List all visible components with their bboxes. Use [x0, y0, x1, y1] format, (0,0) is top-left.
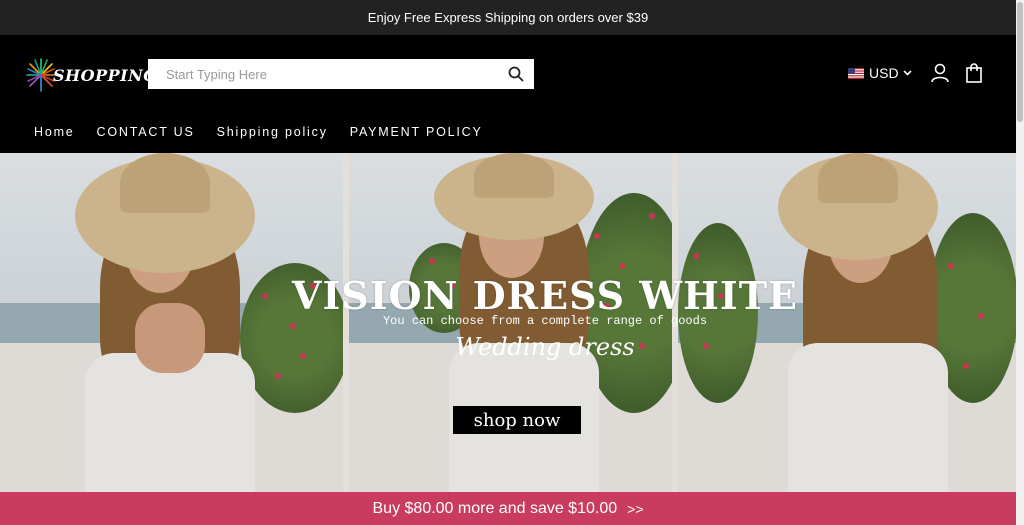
shop-now-button[interactable]: shop now: [453, 406, 581, 434]
chevron-down-icon: [902, 70, 912, 76]
promo-bar[interactable]: Buy $80.00 more and save $10.00 >>: [0, 492, 1016, 525]
hero-title: VISION DRESS WHITE: [292, 273, 798, 318]
cart-button[interactable]: [965, 63, 983, 88]
account-icon: [931, 63, 949, 83]
currency-selector[interactable]: USD: [848, 65, 912, 81]
logo-text: SHOPPING: [53, 65, 158, 85]
search-input[interactable]: [148, 59, 498, 89]
hero-script-text: Wedding dress: [455, 333, 635, 361]
nav-item-shipping-policy[interactable]: Shipping policy: [217, 125, 328, 139]
currency-code: USD: [869, 65, 899, 81]
site-header: SHOPPING USD: [0, 35, 1016, 153]
main-nav: Home CONTACT US Shipping policy PAYMENT …: [34, 125, 505, 139]
logo-starburst-icon: [26, 58, 56, 92]
nav-item-payment-policy[interactable]: PAYMENT POLICY: [350, 125, 483, 139]
search-box: [148, 59, 534, 89]
announcement-text: Enjoy Free Express Shipping on orders ov…: [367, 10, 649, 25]
hero-subtitle: You can choose from a complete range of …: [382, 314, 708, 328]
hero-banner[interactable]: VISION DRESS WHITE You can choose from a…: [0, 153, 1016, 492]
promo-text: Buy $80.00 more and save $10.00: [372, 499, 618, 517]
page-scrollbar[interactable]: [1016, 0, 1024, 525]
nav-item-contact-us[interactable]: CONTACT US: [97, 125, 195, 139]
nav-item-home[interactable]: Home: [34, 125, 75, 139]
cart-icon: [966, 63, 982, 83]
scrollbar-thumb[interactable]: [1017, 2, 1023, 122]
us-flag-icon: [848, 67, 864, 79]
search-button[interactable]: [498, 59, 534, 89]
search-icon: [508, 66, 524, 82]
logo[interactable]: SHOPPING: [26, 55, 157, 95]
account-button[interactable]: [930, 63, 950, 88]
announcement-bar: Enjoy Free Express Shipping on orders ov…: [0, 0, 1016, 35]
promo-arrows: >>: [627, 500, 644, 517]
